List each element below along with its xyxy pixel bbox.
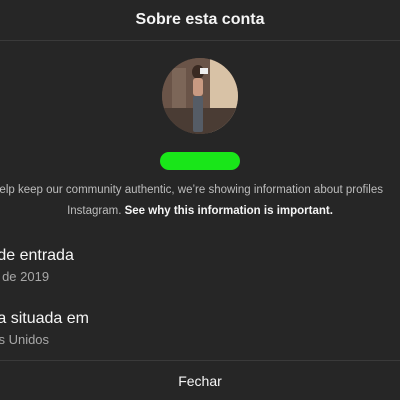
- info-text-instagram: Instagram.: [67, 205, 122, 217]
- dialog-title: Sobre esta conta: [135, 11, 265, 28]
- date-joined-value: no de 2019: [0, 269, 50, 284]
- dialog-footer: Fechar: [0, 360, 400, 400]
- about-account-dialog: Sobre esta conta help keep our community…: [0, 0, 400, 400]
- redacted-username: [160, 152, 240, 170]
- info-text: help keep our community authentic, we’re…: [0, 180, 400, 222]
- dialog-header: Sobre esta conta: [0, 0, 400, 41]
- info-text-line: help keep our community authentic, we’re…: [0, 184, 383, 196]
- date-joined-item: a de entrada no de 2019: [0, 247, 74, 284]
- close-button[interactable]: Fechar: [178, 373, 222, 389]
- profile-photo-image: [162, 58, 238, 134]
- account-country-value: dos Unidos: [0, 332, 50, 347]
- date-joined-label: a de entrada: [0, 247, 74, 264]
- profile-avatar: [162, 58, 238, 134]
- account-country-item: nta situada em dos Unidos: [0, 310, 89, 347]
- info-text-line-2: Instagram. See why this information is i…: [0, 201, 400, 222]
- see-why-link[interactable]: See why this information is important.: [125, 205, 333, 217]
- account-country-label: nta situada em: [0, 310, 89, 327]
